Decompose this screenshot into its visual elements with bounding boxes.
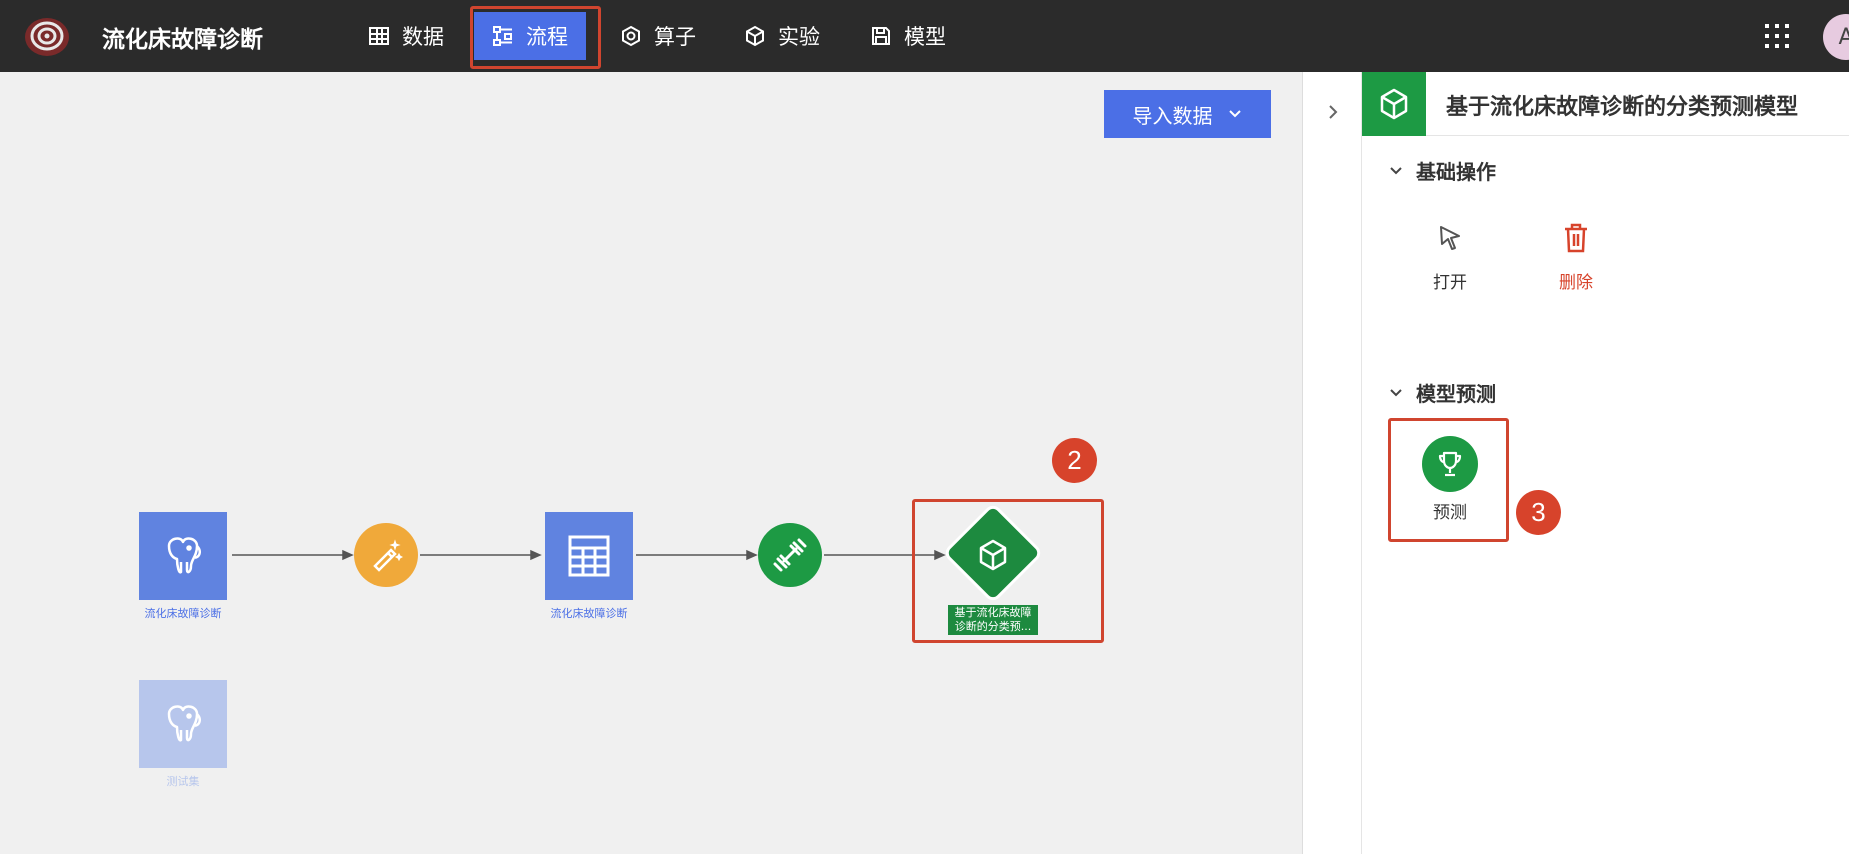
trash-icon [1565, 223, 1587, 253]
test-set-node[interactable] [139, 680, 227, 768]
panel-title: 基于流化床故障诊断的分类预测模型 [1446, 95, 1799, 120]
dumbbell-icon [773, 538, 807, 572]
avatar[interactable]: A [1823, 14, 1849, 60]
panel-header: 基于流化床故障诊断的分类预测模型 [1362, 72, 1849, 136]
cursor-pointer-icon [1440, 226, 1460, 250]
apps-grid-icon[interactable] [1764, 23, 1790, 49]
cube-icon [1380, 88, 1408, 120]
chevron-right-icon [1329, 105, 1338, 119]
annotation-badge-3: 3 [1516, 490, 1561, 535]
delete-button[interactable]: 删除 [1531, 218, 1621, 293]
annotation-box-3 [1388, 418, 1509, 542]
panel-collapse-toggle[interactable] [1302, 72, 1362, 854]
source-database-node[interactable] [139, 512, 227, 600]
data-clean-node[interactable] [354, 523, 418, 587]
predict-section-title: 模型预测 [1416, 382, 1496, 406]
basic-ops-section-header[interactable]: 基础操作 [1388, 156, 1496, 185]
postgres-elephant-icon [167, 537, 201, 574]
cleaned-table-label: 流化床故障诊断 [550, 607, 628, 620]
open-label: 打开 [1433, 273, 1467, 293]
chevron-down-icon [1390, 166, 1402, 174]
panel-header-icon [1362, 72, 1426, 136]
chevron-down-icon [1390, 388, 1402, 396]
cleaned-table-node[interactable] [545, 512, 633, 600]
annotation-badge-2: 2 [1052, 438, 1097, 483]
train-node[interactable] [758, 523, 822, 587]
annotation-box-2 [912, 499, 1104, 643]
test-set-label: 测试集 [166, 775, 200, 788]
predict-section-header[interactable]: 模型预测 [1388, 378, 1496, 407]
source-database-label: 流化床故障诊断 [144, 607, 222, 620]
open-button[interactable]: 打开 [1405, 218, 1495, 293]
postgres-elephant-icon [167, 705, 201, 742]
magic-wand-icon [373, 539, 403, 572]
table-grid-icon [568, 535, 610, 577]
delete-label: 删除 [1559, 273, 1593, 293]
basic-ops-section-title: 基础操作 [1416, 160, 1496, 184]
